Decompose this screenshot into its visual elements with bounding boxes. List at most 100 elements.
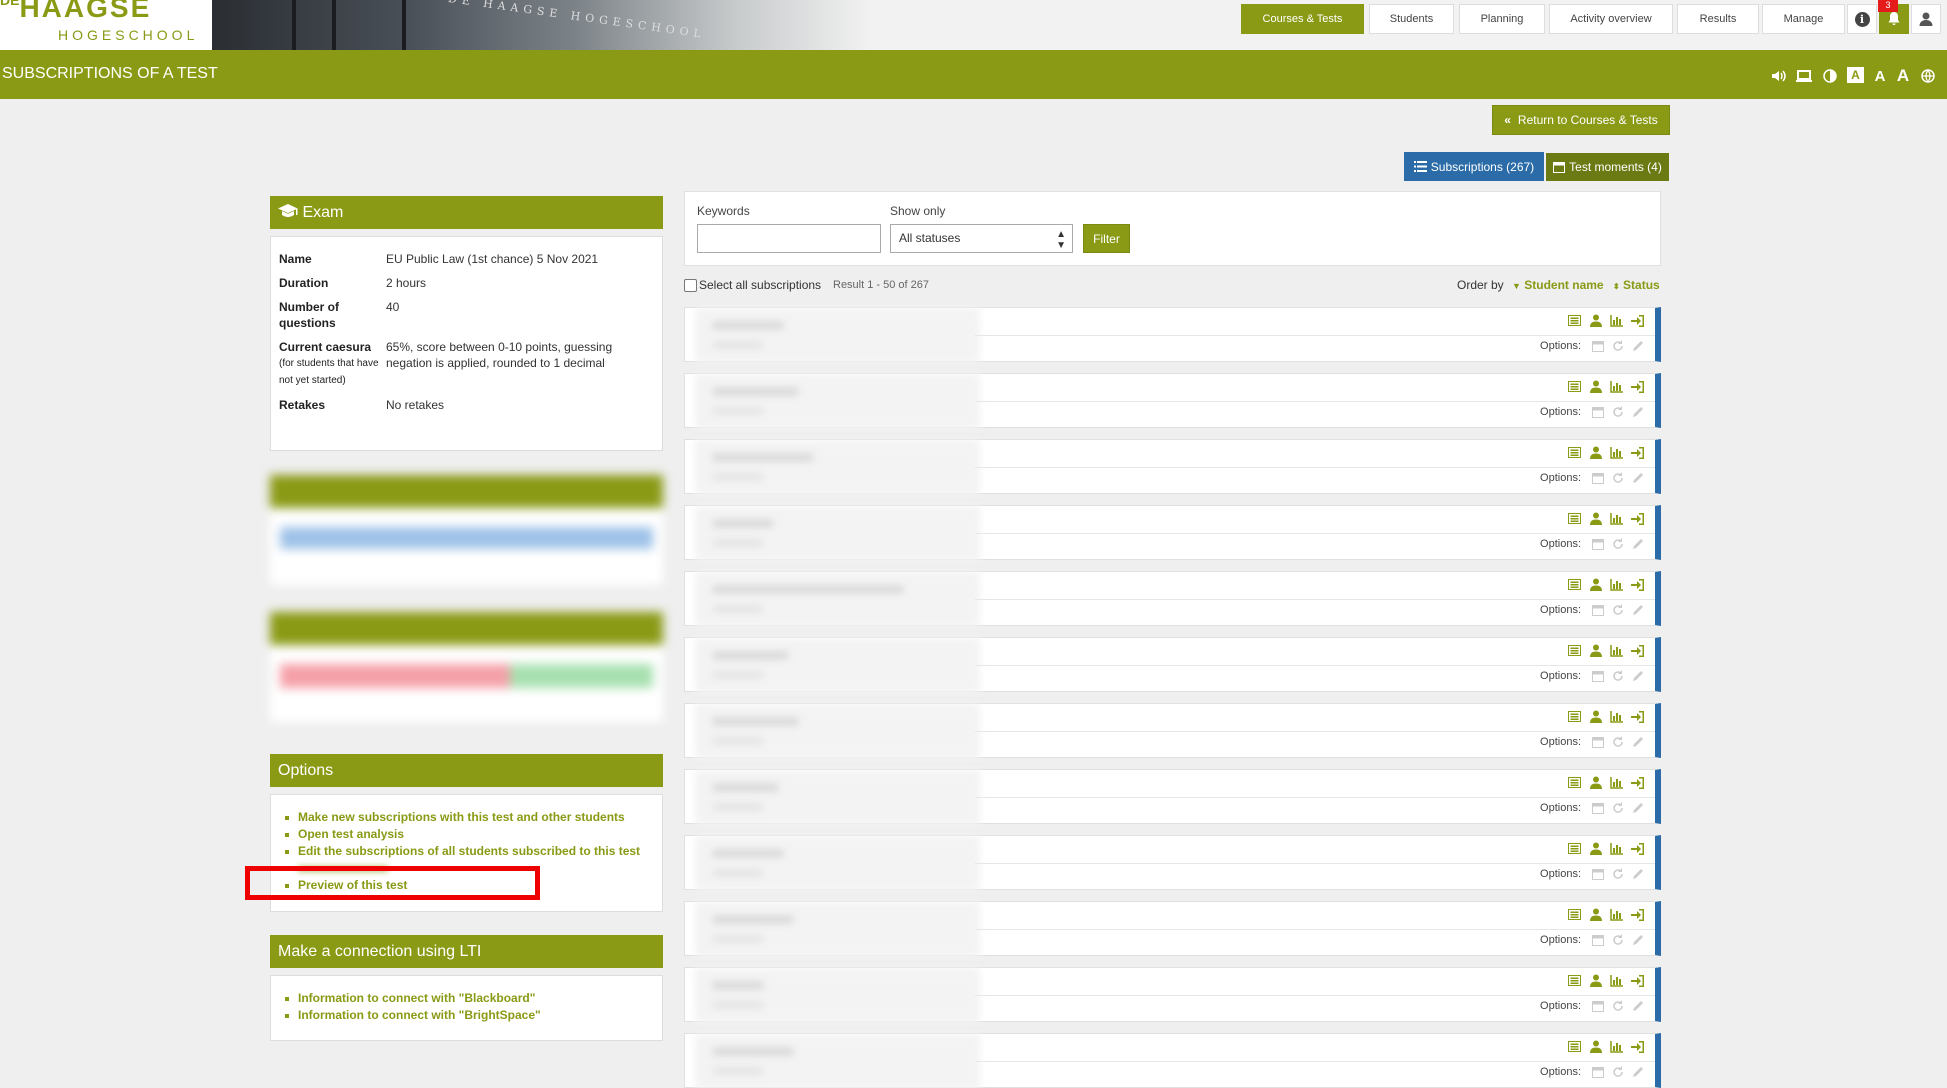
subscription-row[interactable]: Options: — [684, 571, 1661, 627]
subscription-row[interactable]: Options: — [684, 967, 1661, 1023]
details-card-icon[interactable] — [1567, 313, 1582, 328]
sign-in-icon[interactable] — [1630, 1039, 1645, 1054]
pencil-icon[interactable] — [1631, 1065, 1645, 1079]
results-chart-icon[interactable] — [1609, 511, 1624, 526]
calendar-icon[interactable] — [1591, 405, 1605, 419]
return-to-courses-button[interactable]: « Return to Courses & Tests — [1492, 105, 1670, 135]
option-edit-subscriptions-link[interactable]: Edit the subscriptions of all students s… — [285, 843, 640, 860]
student-profile-icon[interactable] — [1588, 1039, 1603, 1054]
details-card-icon[interactable] — [1567, 445, 1582, 460]
info-button[interactable]: i — [1847, 4, 1877, 34]
subscription-row[interactable]: Options: — [684, 505, 1661, 561]
sign-in-icon[interactable] — [1630, 445, 1645, 460]
calendar-icon[interactable] — [1591, 999, 1605, 1013]
pencil-icon[interactable] — [1631, 537, 1645, 551]
option-open-test-analysis-link[interactable]: Open test analysis — [285, 826, 640, 843]
details-card-icon[interactable] — [1567, 643, 1582, 658]
calendar-icon[interactable] — [1591, 339, 1605, 353]
reset-icon[interactable] — [1611, 405, 1625, 419]
sign-in-icon[interactable] — [1630, 577, 1645, 592]
details-card-icon[interactable] — [1567, 709, 1582, 724]
font-size-large-icon[interactable]: A — [1893, 66, 1913, 85]
nav-courses-tests[interactable]: Courses & Tests — [1241, 4, 1364, 34]
reset-icon[interactable] — [1611, 1065, 1625, 1079]
pencil-icon[interactable] — [1631, 669, 1645, 683]
calendar-icon[interactable] — [1591, 537, 1605, 551]
pencil-icon[interactable] — [1631, 405, 1645, 419]
student-profile-icon[interactable] — [1588, 643, 1603, 658]
results-chart-icon[interactable] — [1609, 907, 1624, 922]
globe-icon[interactable] — [1918, 67, 1938, 85]
pencil-icon[interactable] — [1631, 471, 1645, 485]
reset-icon[interactable] — [1611, 603, 1625, 617]
select-all-label[interactable]: Select all subscriptions — [699, 278, 821, 292]
subscription-row[interactable]: Options: — [684, 637, 1661, 693]
option-new-subscriptions-link[interactable]: Make new subscriptions with this test an… — [285, 809, 640, 826]
reset-icon[interactable] — [1611, 471, 1625, 485]
details-card-icon[interactable] — [1567, 511, 1582, 526]
calendar-icon[interactable] — [1591, 933, 1605, 947]
details-card-icon[interactable] — [1567, 577, 1582, 592]
nav-manage[interactable]: Manage — [1762, 4, 1845, 34]
subscription-row[interactable]: Options: — [684, 439, 1661, 495]
results-chart-icon[interactable] — [1609, 313, 1624, 328]
subscription-row[interactable]: Options: — [684, 769, 1661, 825]
reset-icon[interactable] — [1611, 867, 1625, 881]
nav-students[interactable]: Students — [1369, 4, 1454, 34]
results-chart-icon[interactable] — [1609, 577, 1624, 592]
student-profile-icon[interactable] — [1588, 841, 1603, 856]
subscription-row[interactable]: Options: — [684, 703, 1661, 759]
student-profile-icon[interactable] — [1588, 775, 1603, 790]
tab-test-moments[interactable]: Test moments (4) — [1546, 153, 1669, 181]
calendar-icon[interactable] — [1591, 603, 1605, 617]
calendar-icon[interactable] — [1591, 801, 1605, 815]
student-profile-icon[interactable] — [1588, 709, 1603, 724]
nav-planning[interactable]: Planning — [1459, 4, 1545, 34]
reset-icon[interactable] — [1611, 801, 1625, 815]
reset-icon[interactable] — [1611, 339, 1625, 353]
reset-icon[interactable] — [1611, 669, 1625, 683]
reset-icon[interactable] — [1611, 537, 1625, 551]
details-card-icon[interactable] — [1567, 907, 1582, 922]
results-chart-icon[interactable] — [1609, 643, 1624, 658]
calendar-icon[interactable] — [1591, 867, 1605, 881]
pencil-icon[interactable] — [1631, 735, 1645, 749]
filter-button[interactable]: Filter — [1083, 224, 1130, 253]
student-profile-icon[interactable] — [1588, 973, 1603, 988]
details-card-icon[interactable] — [1567, 973, 1582, 988]
results-chart-icon[interactable] — [1609, 973, 1624, 988]
details-card-icon[interactable] — [1567, 1039, 1582, 1054]
sign-in-icon[interactable] — [1630, 775, 1645, 790]
results-chart-icon[interactable] — [1609, 1039, 1624, 1054]
calendar-icon[interactable] — [1591, 1065, 1605, 1079]
student-profile-icon[interactable] — [1588, 379, 1603, 394]
contrast-icon[interactable] — [1820, 67, 1840, 85]
lti-blackboard-link[interactable]: Information to connect with "Blackboard" — [285, 990, 541, 1007]
font-size-medium-icon[interactable]: A — [1870, 67, 1890, 85]
results-chart-icon[interactable] — [1609, 379, 1624, 394]
pencil-icon[interactable] — [1631, 801, 1645, 815]
subscription-row[interactable]: Options: — [684, 1033, 1661, 1088]
lti-brightspace-link[interactable]: Information to connect with "BrightSpace… — [285, 1007, 541, 1024]
subscription-row[interactable]: Options: — [684, 307, 1661, 363]
sort-student-name[interactable]: ▼ Student name — [1512, 278, 1604, 292]
pencil-icon[interactable] — [1631, 603, 1645, 617]
results-chart-icon[interactable] — [1609, 775, 1624, 790]
student-profile-icon[interactable] — [1588, 313, 1603, 328]
results-chart-icon[interactable] — [1609, 841, 1624, 856]
tab-subscriptions[interactable]: Subscriptions (267) — [1404, 152, 1544, 181]
pencil-icon[interactable] — [1631, 867, 1645, 881]
sign-in-icon[interactable] — [1630, 709, 1645, 724]
pencil-icon[interactable] — [1631, 933, 1645, 947]
calendar-icon[interactable] — [1591, 735, 1605, 749]
results-chart-icon[interactable] — [1609, 445, 1624, 460]
school-logo[interactable]: DEHAAGSE HOGESCHOOL — [0, 0, 212, 50]
details-card-icon[interactable] — [1567, 841, 1582, 856]
sign-in-icon[interactable] — [1630, 511, 1645, 526]
subscription-row[interactable]: Options: — [684, 901, 1661, 957]
nav-results[interactable]: Results — [1677, 4, 1759, 34]
sign-in-icon[interactable] — [1630, 841, 1645, 856]
pencil-icon[interactable] — [1631, 999, 1645, 1013]
subscription-row[interactable]: Options: — [684, 835, 1661, 891]
status-select[interactable]: All statuses ▲ ▼ — [890, 224, 1073, 253]
